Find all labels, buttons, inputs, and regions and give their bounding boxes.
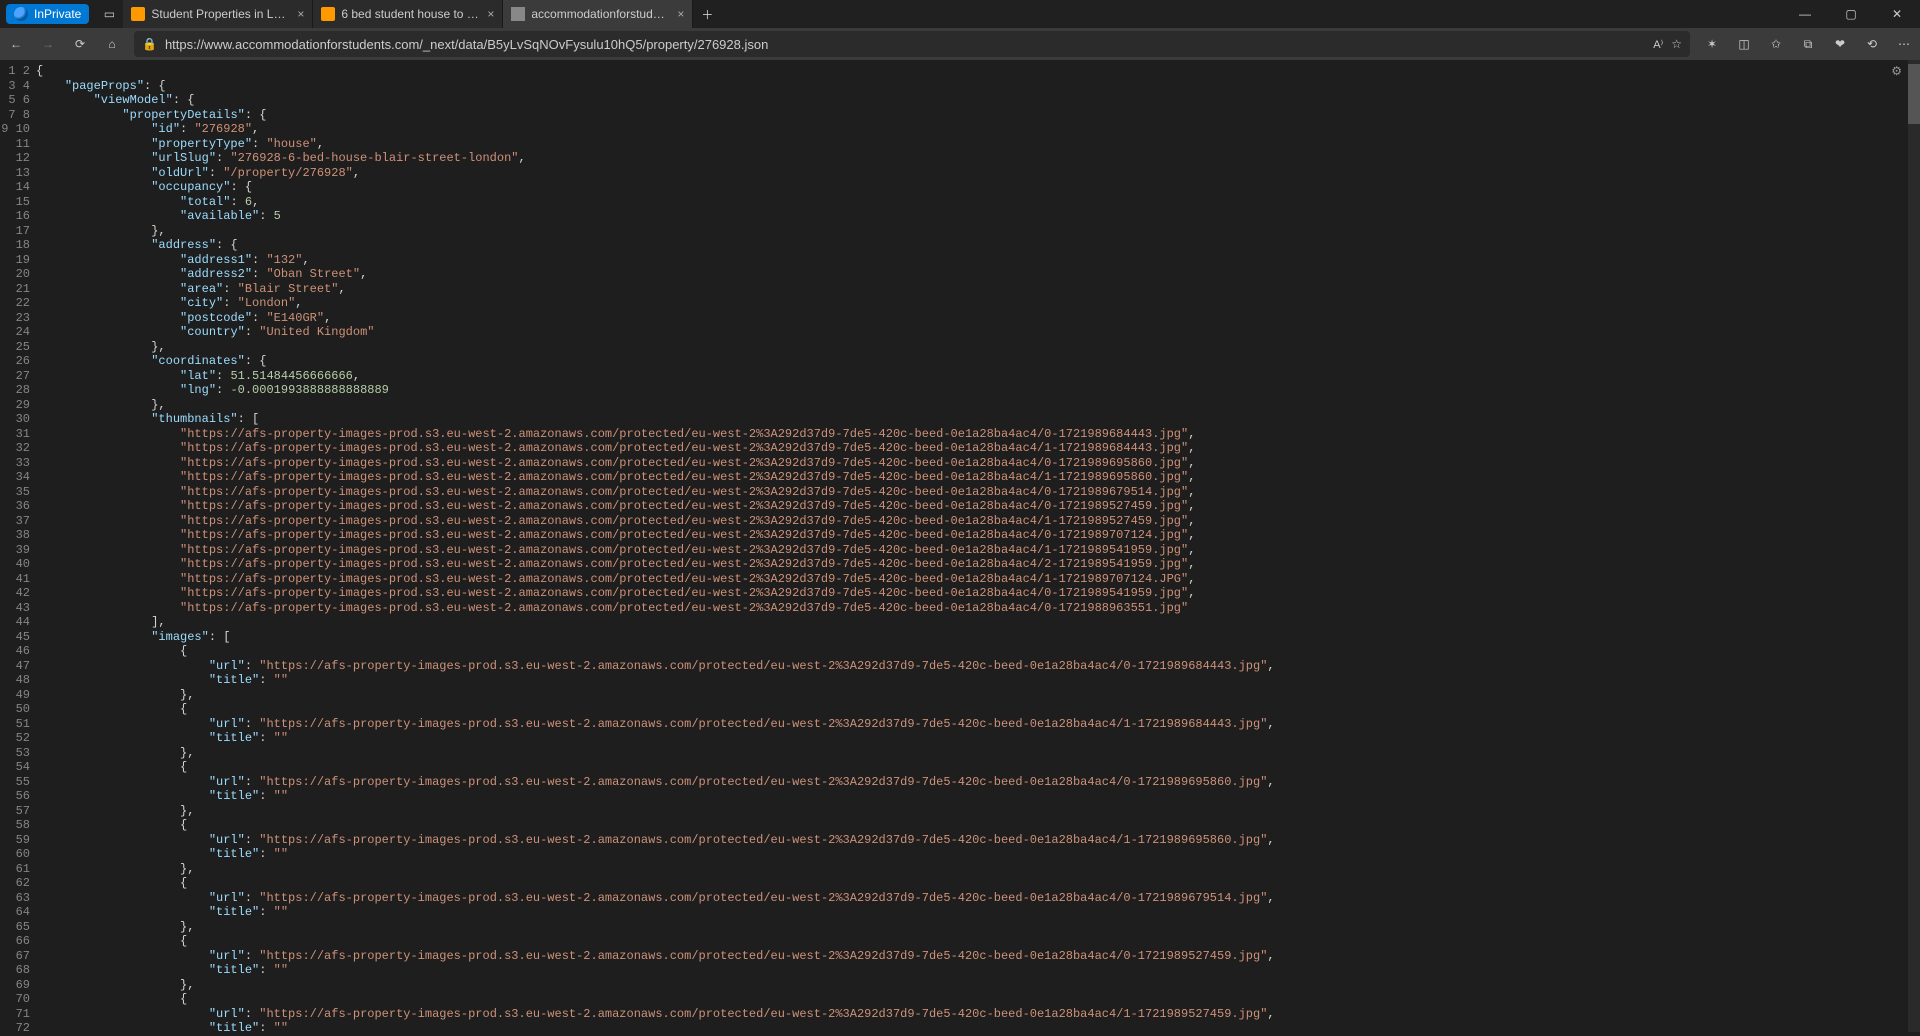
close-icon[interactable]: × xyxy=(297,7,304,21)
inprivate-badge[interactable]: InPrivate xyxy=(6,4,89,24)
home-button[interactable]: ⌂ xyxy=(96,28,128,60)
site-info-icon[interactable]: 🔒 xyxy=(142,37,157,51)
titlebar: InPrivate ▭ Student Properties in London… xyxy=(0,0,1920,28)
refresh-button[interactable]: ⟳ xyxy=(64,28,96,60)
inprivate-icon xyxy=(14,7,28,21)
tab-1[interactable]: 6 bed student house to let Oban × xyxy=(313,0,503,28)
window-controls: — ▢ ✕ xyxy=(1782,0,1920,28)
copilot-icon[interactable]: ⟲ xyxy=(1856,28,1888,60)
read-aloud-icon[interactable]: A⁾ xyxy=(1653,38,1663,51)
tab-favicon xyxy=(131,7,145,21)
json-viewer: 1 2 3 4 5 6 7 8 9 10 11 12 13 14 15 16 1… xyxy=(0,60,1920,1032)
minimize-button[interactable]: — xyxy=(1782,0,1828,28)
url-text: https://www.accommodationforstudents.com… xyxy=(165,37,1645,52)
tab-title: Student Properties in London | A xyxy=(151,7,291,21)
inprivate-label: InPrivate xyxy=(34,7,81,21)
tab-title: accommodationforstudents.com/ xyxy=(531,7,671,21)
pretty-print-settings-icon[interactable]: ⚙ xyxy=(1891,64,1902,79)
settings-menu-button[interactable]: ⋯ xyxy=(1888,28,1920,60)
vertical-scrollbar[interactable] xyxy=(1908,60,1920,1032)
forward-button[interactable]: → xyxy=(32,28,64,60)
favorites-icon[interactable]: ✩ xyxy=(1760,28,1792,60)
tab-2[interactable]: accommodationforstudents.com/ × xyxy=(503,0,693,28)
favorite-icon[interactable]: ☆ xyxy=(1671,37,1682,51)
tab-actions-button[interactable]: ▭ xyxy=(95,0,123,28)
tab-favicon xyxy=(511,7,525,21)
json-content[interactable]: { "pageProps": { "viewModel": { "propert… xyxy=(36,60,1908,1032)
back-button[interactable]: ← xyxy=(0,28,32,60)
collections-icon[interactable]: ⧉ xyxy=(1792,28,1824,60)
close-window-button[interactable]: ✕ xyxy=(1874,0,1920,28)
split-screen-icon[interactable]: ◫ xyxy=(1728,28,1760,60)
tab-0[interactable]: Student Properties in London | A × xyxy=(123,0,313,28)
maximize-button[interactable]: ▢ xyxy=(1828,0,1874,28)
browser-toolbar: ← → ⟳ ⌂ 🔒 https://www.accommodationforst… xyxy=(0,28,1920,60)
extensions-icon[interactable]: ✶ xyxy=(1696,28,1728,60)
line-number-gutter: 1 2 3 4 5 6 7 8 9 10 11 12 13 14 15 16 1… xyxy=(0,60,36,1032)
close-icon[interactable]: × xyxy=(487,7,494,21)
close-icon[interactable]: × xyxy=(677,7,684,21)
new-tab-button[interactable]: ＋ xyxy=(693,6,721,23)
browser-essentials-icon[interactable]: ❤ xyxy=(1824,28,1856,60)
tab-favicon xyxy=(321,7,335,21)
address-bar[interactable]: 🔒 https://www.accommodationforstudents.c… xyxy=(134,31,1690,57)
scrollbar-thumb[interactable] xyxy=(1908,64,1920,124)
tab-title: 6 bed student house to let Oban xyxy=(341,7,481,21)
